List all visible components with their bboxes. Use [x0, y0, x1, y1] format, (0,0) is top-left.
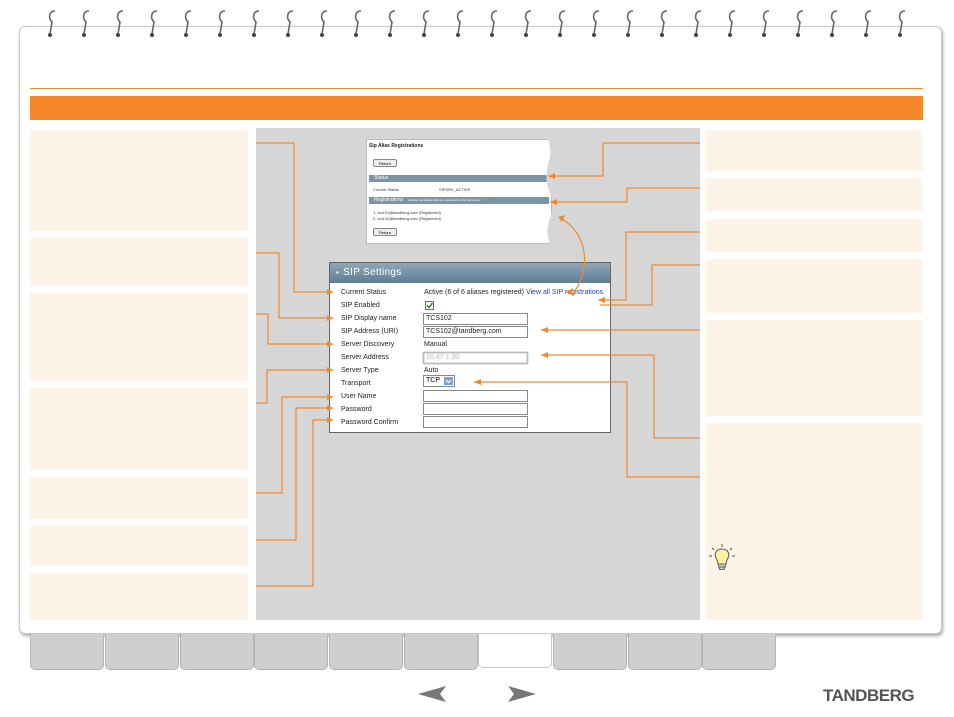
- tab-5[interactable]: [329, 634, 403, 670]
- tab-3[interactable]: [180, 634, 254, 670]
- document-page-root: Sip Alias Registrations Return Status Cu…: [0, 0, 954, 717]
- tab-2[interactable]: [105, 634, 179, 670]
- tab-8[interactable]: [553, 634, 627, 670]
- arrow-right-icon: [508, 686, 536, 702]
- tab-9[interactable]: [628, 634, 702, 670]
- tandberg-logo: TANDBERG: [823, 686, 915, 705]
- tab-1[interactable]: [30, 634, 104, 670]
- tab-6[interactable]: [404, 634, 478, 670]
- tab-7-active[interactable]: [478, 634, 552, 668]
- tab-10[interactable]: [702, 634, 776, 670]
- previous-page-button[interactable]: [418, 686, 446, 707]
- arrow-left-icon: [418, 686, 446, 702]
- callout-lines: [256, 142, 700, 587]
- tab-4[interactable]: [254, 634, 328, 670]
- next-page-button[interactable]: [508, 686, 536, 707]
